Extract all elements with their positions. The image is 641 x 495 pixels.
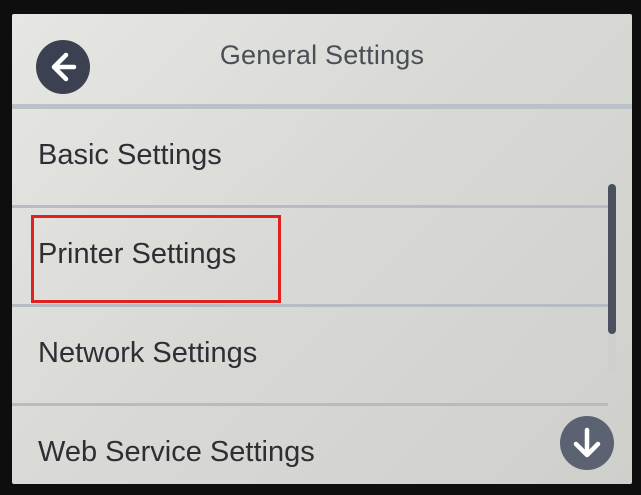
arrow-down-icon [573, 427, 601, 458]
scrollbar-thumb[interactable] [608, 184, 616, 334]
settings-menu-list: Basic Settings Printer Settings Network … [12, 109, 608, 484]
menu-item-basic-settings[interactable]: Basic Settings [12, 109, 608, 208]
menu-item-web-service-settings[interactable]: Web Service Settings [12, 406, 608, 484]
printer-lcd-screen: General Settings Basic Settings Printer … [12, 14, 632, 484]
scrollbar[interactable] [608, 184, 616, 374]
page-title: General Settings [219, 40, 425, 70]
menu-item-label: Printer Settings [38, 238, 237, 270]
menu-item-label: Web Service Settings [38, 436, 315, 468]
menu-item-label: Basic Settings [38, 139, 222, 171]
scroll-down-button[interactable] [560, 416, 614, 470]
menu-item-network-settings[interactable]: Network Settings [12, 307, 608, 406]
menu-item-printer-settings[interactable]: Printer Settings [12, 208, 608, 307]
menu-item-label: Network Settings [38, 337, 258, 369]
device-bezel: General Settings Basic Settings Printer … [0, 0, 641, 495]
screen-header: General Settings [12, 14, 632, 100]
